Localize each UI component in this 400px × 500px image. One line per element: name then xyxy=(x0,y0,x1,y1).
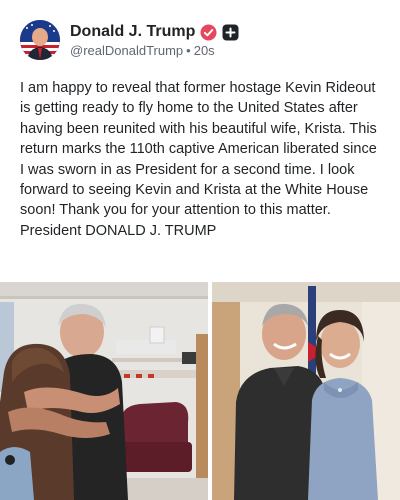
name-row: Donald J. Trump xyxy=(70,22,239,42)
verified-badge-icon xyxy=(200,24,217,41)
photo-couple-image xyxy=(212,282,400,500)
handle-row: @realDonaldTrump • 20s xyxy=(70,43,215,58)
avatar-image xyxy=(20,20,60,60)
post-card: Donald J. Trump @realDonaldTrump • 20s I a… xyxy=(0,0,400,500)
avatar[interactable] xyxy=(20,20,60,60)
handle[interactable]: @realDonaldTrump xyxy=(70,43,183,58)
plus-icon[interactable] xyxy=(222,24,239,41)
photo-couple[interactable] xyxy=(212,282,400,500)
photo-embrace-image xyxy=(0,282,208,500)
timestamp[interactable]: 20s xyxy=(194,43,215,58)
separator: • xyxy=(186,43,191,58)
media-gallery xyxy=(0,282,400,500)
photo-embrace[interactable] xyxy=(0,282,208,500)
display-name[interactable]: Donald J. Trump xyxy=(70,23,195,41)
post-text: I am happy to reveal that former hostage… xyxy=(20,80,377,239)
post-header: Donald J. Trump @realDonaldTrump • 20s xyxy=(20,20,380,62)
